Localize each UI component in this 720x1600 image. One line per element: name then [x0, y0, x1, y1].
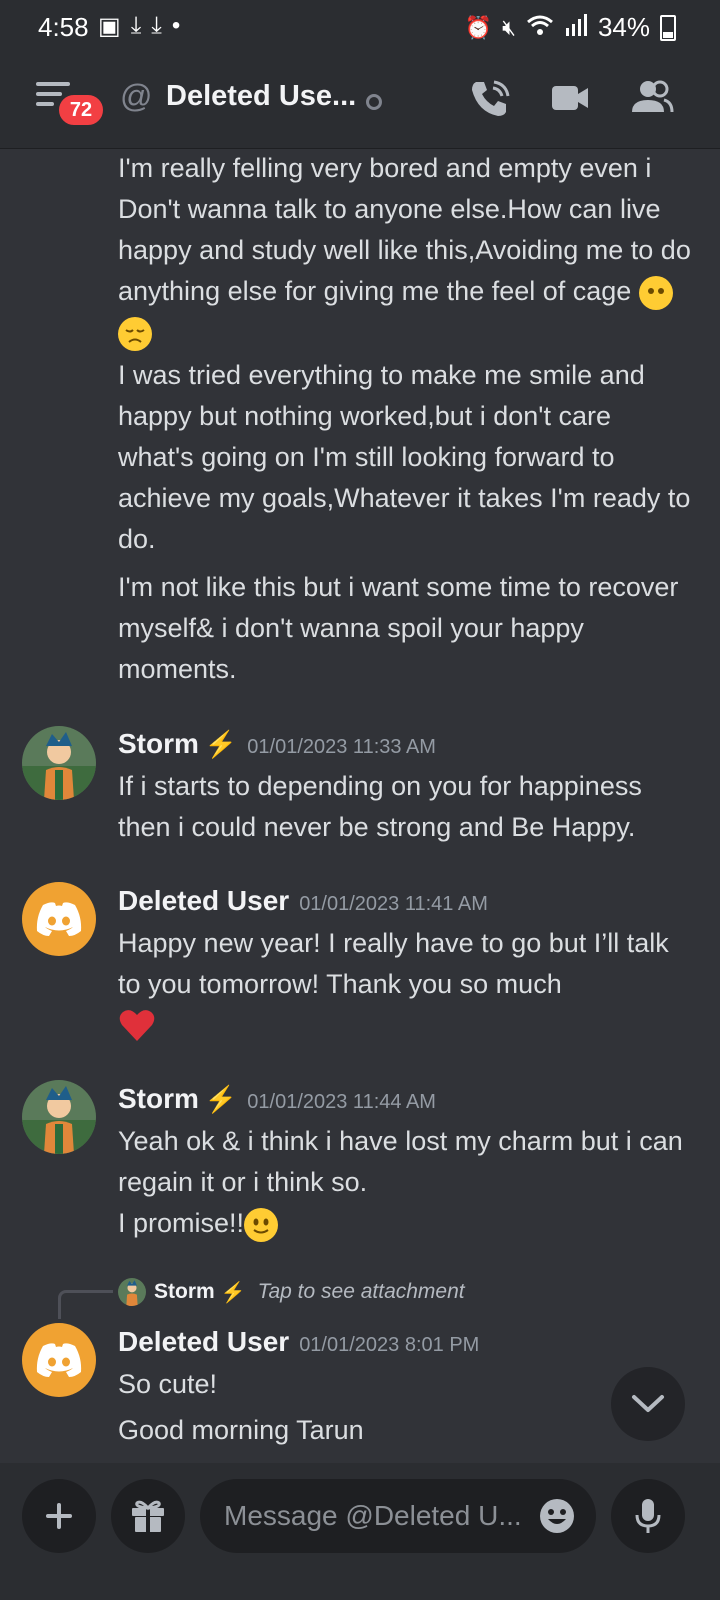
disappointed-emoji-icon — [118, 316, 152, 351]
add-attachment-button[interactable] — [22, 1479, 96, 1553]
storm-avatar-icon — [118, 1278, 146, 1306]
message-timestamp: 01/01/2023 11:44 AM — [247, 1091, 436, 1113]
members-button[interactable] — [628, 76, 676, 124]
no-mouth-emoji-icon — [638, 275, 673, 310]
system-icons: ⏰ 🔇︎ 34% — [465, 12, 676, 43]
message-content: I'm not like this but i want some time t… — [118, 572, 679, 684]
lightning-icon: ⚡ — [204, 729, 238, 759]
plus-icon — [46, 1503, 72, 1529]
reply-author: Storm — [154, 1280, 215, 1303]
heart-emoji-icon — [118, 1007, 156, 1055]
message-author[interactable]: Deleted User 01/01/2023 8:01 PM — [118, 1326, 479, 1358]
message-content: Yeah ok & i think i have lost my charm b… — [118, 1121, 693, 1244]
smiley-icon — [540, 1499, 574, 1533]
message-content: I'm really felling very bored and empty … — [118, 148, 693, 353]
download-icon: ⤓ — [130, 12, 142, 39]
message-content: Happy new year! I really have to go but … — [118, 923, 693, 1055]
dot-icon: • — [171, 12, 181, 39]
at-icon: @ — [120, 78, 153, 114]
reply-preview[interactable]: Storm ⚡ Tap to see attachment — [118, 1278, 465, 1306]
signal-icon — [564, 13, 588, 42]
status-bar: 4:58 ▣ ⤓ ⤓ • ⏰ 🔇︎ 34% — [0, 0, 720, 52]
voice-message-button[interactable] — [611, 1479, 685, 1553]
emoji-picker-button[interactable] — [538, 1497, 576, 1535]
message-composer — [0, 1463, 720, 1600]
message-author[interactable]: Storm ⚡ 01/01/2023 11:33 AM — [118, 728, 436, 760]
gift-button[interactable] — [111, 1479, 185, 1553]
chevron-down-icon — [632, 1395, 664, 1412]
battery-icon — [660, 14, 676, 41]
status-time: 4:58 — [38, 12, 89, 42]
jump-to-bottom-button[interactable] — [611, 1367, 685, 1441]
avatar[interactable] — [22, 726, 96, 800]
discord-logo-icon — [36, 1343, 82, 1377]
lightning-icon: ⚡ — [220, 1281, 246, 1304]
lightning-icon: ⚡ — [204, 1084, 238, 1114]
wifi-icon — [526, 14, 554, 42]
channel-title[interactable]: Deleted Use... — [166, 80, 356, 113]
avatar — [118, 1278, 146, 1306]
unread-badge: 72 — [56, 92, 106, 128]
battery-level: 34% — [597, 12, 650, 42]
avatar[interactable] — [22, 1080, 96, 1154]
message-timestamp: 01/01/2023 11:41 AM — [299, 893, 488, 915]
video-call-button[interactable] — [548, 76, 596, 124]
channel-header: 72 @ Deleted Use... — [0, 52, 720, 149]
voice-call-button[interactable] — [468, 76, 516, 124]
message-content: If i starts to depending on you for happ… — [118, 771, 642, 842]
download-icon: ⤓ — [151, 12, 162, 39]
avatar[interactable] — [22, 1323, 96, 1397]
slight-smile-emoji-icon — [244, 1207, 279, 1242]
message-input[interactable] — [200, 1479, 596, 1553]
message-timestamp: 01/01/2023 8:01 PM — [299, 1334, 480, 1356]
image-icon: ▣ — [98, 13, 121, 40]
mute-icon: 🔇︎ — [502, 14, 516, 40]
storm-avatar-icon — [22, 1080, 96, 1154]
message-content: So cute! — [118, 1369, 218, 1399]
message-timestamp: 01/01/2023 11:33 AM — [247, 736, 436, 758]
reply-text: Tap to see attachment — [257, 1280, 465, 1303]
offline-status-icon — [366, 94, 382, 110]
discord-logo-icon — [36, 902, 82, 936]
message-author[interactable]: Deleted User 01/01/2023 11:41 AM — [118, 885, 488, 917]
microphone-icon — [635, 1499, 661, 1533]
video-camera-icon — [552, 86, 588, 110]
message-content: Good morning Tarun — [118, 1415, 364, 1445]
people-icon — [632, 80, 674, 113]
message-content: I was tried everything to make me smile … — [118, 360, 691, 554]
message-list[interactable]: I'm really felling very bored and empty … — [0, 148, 720, 1463]
alarm-icon: ⏰ — [464, 14, 493, 40]
notification-icons: ▣ ⤓ ⤓ • — [98, 12, 180, 41]
reply-connector — [58, 1290, 113, 1319]
phone-icon — [472, 80, 510, 116]
message-author[interactable]: Storm ⚡ 01/01/2023 11:44 AM — [118, 1083, 436, 1115]
gift-icon — [132, 1500, 164, 1532]
storm-avatar-icon — [22, 726, 96, 800]
avatar[interactable] — [22, 882, 96, 956]
